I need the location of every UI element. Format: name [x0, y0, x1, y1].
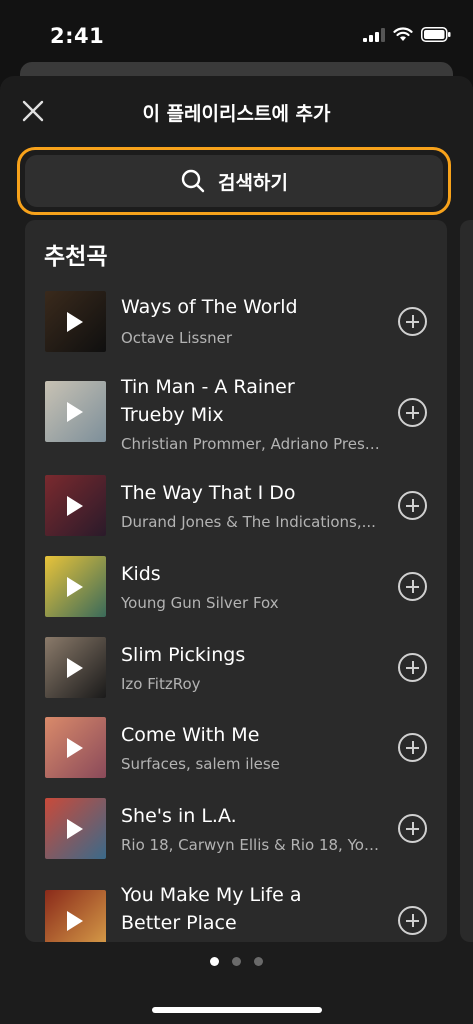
add-track-button[interactable] — [398, 653, 427, 682]
play-icon — [67, 312, 83, 332]
add-track-button[interactable] — [398, 307, 427, 336]
home-indicator[interactable] — [152, 1007, 322, 1013]
track-artist: Durand Jones & The Indications,... — [121, 513, 376, 531]
track-title: Ways of The World — [121, 296, 298, 318]
play-icon — [67, 738, 83, 758]
album-art[interactable] — [45, 291, 106, 352]
search-label: 검색하기 — [218, 171, 288, 194]
add-track-button[interactable] — [398, 906, 427, 935]
album-art[interactable] — [45, 381, 106, 442]
track-title: You Make My Life a Better Place — [121, 884, 302, 934]
next-card-peek[interactable] — [460, 220, 473, 942]
add-track-button[interactable] — [398, 491, 427, 520]
track-title: Slim Pickings — [121, 644, 246, 666]
track-title: The Way That I Do — [121, 482, 296, 504]
status-bar: 2:41 — [0, 0, 473, 62]
status-time: 2:41 — [50, 24, 105, 48]
search-button[interactable]: 검색하기 — [25, 155, 443, 207]
play-icon — [67, 911, 83, 931]
recommended-title: 추천곡 — [44, 244, 108, 270]
track-artist: Octave Lissner — [121, 329, 233, 347]
add-track-button[interactable] — [398, 814, 427, 843]
page-dot[interactable] — [210, 957, 219, 966]
track-title: Tin Man - A Rainer Trueby Mix — [121, 376, 295, 426]
status-icons — [363, 27, 451, 42]
album-art[interactable] — [45, 890, 106, 942]
track-artist: Izo FitzRoy — [121, 675, 201, 693]
track-artist: Christian Prommer, Adriano Prest... — [121, 435, 381, 453]
play-icon — [67, 402, 83, 422]
track-title: She's in L.A. — [121, 805, 237, 827]
album-art[interactable] — [45, 798, 106, 859]
track-artist: Young Gun Silver Fox — [121, 594, 279, 612]
page-dot[interactable] — [232, 957, 241, 966]
play-icon — [67, 819, 83, 839]
sheet-title: 이 플레이리스트에 추가 — [142, 103, 331, 125]
search-icon — [181, 169, 205, 193]
page-indicator — [0, 957, 473, 966]
track-title: Come With Me — [121, 724, 260, 746]
recommended-songs-card: 추천곡 Ways of The World Octave Lissner Tin… — [25, 220, 447, 942]
play-icon — [67, 658, 83, 678]
track-title: Kids — [121, 563, 161, 585]
add-track-button[interactable] — [398, 572, 427, 601]
play-icon — [67, 577, 83, 597]
album-art[interactable] — [45, 556, 106, 617]
cellular-signal-icon — [363, 27, 385, 42]
track-artist: Rio 18, Carwyn Ellis & Rio 18, Youn... — [121, 836, 381, 854]
track-artist: Surfaces, salem ilese — [121, 755, 280, 773]
page-dot[interactable] — [254, 957, 263, 966]
album-art[interactable] — [45, 637, 106, 698]
add-track-button[interactable] — [398, 733, 427, 762]
wifi-icon — [393, 27, 413, 41]
album-art[interactable] — [45, 717, 106, 778]
battery-icon — [421, 27, 451, 42]
album-art[interactable] — [45, 475, 106, 536]
add-track-button[interactable] — [398, 398, 427, 427]
play-icon — [67, 496, 83, 516]
